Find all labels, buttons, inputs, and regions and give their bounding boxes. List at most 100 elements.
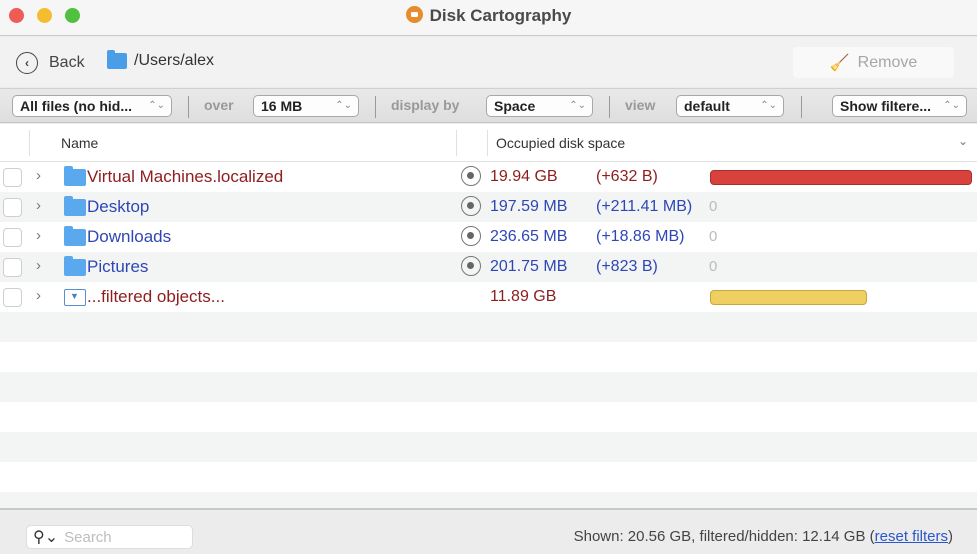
display-by-label: display by [391, 97, 460, 113]
table-row[interactable]: › ...filtered objects... 11.89 GB [0, 282, 977, 312]
chevron-right-icon[interactable]: › [36, 257, 41, 274]
table-row[interactable]: › Pictures 201.75 MB (+823 B) 0 [0, 252, 977, 282]
separator [375, 96, 376, 118]
empty-row [0, 342, 977, 372]
file-filter-value: All files (no hid... [20, 98, 132, 114]
empty-row [0, 432, 977, 462]
updown-icon: ⌃⌄ [569, 100, 586, 111]
navigation-bar: ‹ Back /Users/alex 🧹 Remove [0, 37, 977, 87]
file-name: Desktop [87, 197, 150, 216]
updown-icon: ⌃⌄ [148, 100, 165, 111]
chevron-right-icon[interactable]: › [36, 287, 41, 304]
show-filtered-value: Show filtere... [840, 98, 932, 114]
search-input[interactable] [64, 528, 185, 546]
empty-row [0, 402, 977, 432]
file-name: Virtual Machines.localized [87, 167, 284, 186]
file-name: Pictures [87, 257, 149, 276]
back-label: Back [49, 54, 85, 71]
zero-bar-label: 0 [709, 258, 718, 275]
size-delta: (+211.41 MB) [596, 198, 693, 215]
locate-icon[interactable] [461, 196, 481, 216]
view-select[interactable]: default ⌃⌄ [676, 95, 784, 117]
file-name: ...filtered objects... [87, 287, 225, 306]
back-arrow-icon: ‹ [16, 52, 38, 74]
updown-icon: ⌃⌄ [760, 100, 777, 111]
filter-folder-icon [64, 289, 86, 306]
table-row[interactable]: › Downloads 236.65 MB (+18.86 MB) 0 [0, 222, 977, 252]
folder-icon [64, 256, 86, 276]
folder-icon [64, 196, 86, 216]
empty-row [0, 462, 977, 492]
home-folder-icon [107, 50, 127, 69]
chevron-right-icon[interactable]: › [36, 227, 41, 244]
row-checkbox[interactable] [3, 198, 22, 217]
current-path: /Users/alex [107, 50, 215, 70]
zero-bar-label: 0 [709, 228, 718, 245]
search-field[interactable]: ⚲⌄ [26, 525, 193, 549]
footer: ⚲⌄ Shown: 20.56 GB, filtered/hidden: 12.… [0, 508, 977, 554]
remove-label: Remove [857, 53, 918, 71]
updown-icon: ⌃⌄ [335, 100, 352, 111]
row-checkbox[interactable] [3, 228, 22, 247]
file-size: 201.75 MB [490, 258, 568, 275]
file-table: Name Occupied disk space ⌄ › Virtual Mach… [0, 124, 977, 508]
back-button[interactable]: ‹ Back [16, 51, 85, 75]
display-by-select[interactable]: Space ⌃⌄ [486, 95, 593, 117]
table-row[interactable]: › Virtual Machines.localized 19.94 GB (+632… [0, 162, 977, 192]
view-label: view [625, 97, 656, 113]
column-divider [456, 130, 457, 156]
file-size: 236.65 MB [490, 228, 568, 245]
filter-bar: All files (no hid... ⌃⌄ over 16 MB ⌃⌄ disp… [0, 88, 977, 123]
zero-bar-label: 0 [709, 198, 718, 215]
locate-icon[interactable] [461, 256, 481, 276]
title-bar: Disk Cartography [0, 0, 977, 36]
status-text: Shown: 20.56 GB, filtered/hidden: 12.14 … [574, 528, 953, 545]
separator [801, 96, 802, 118]
updown-icon: ⌃⌄ [943, 100, 960, 111]
file-size: 197.59 MB [490, 198, 568, 215]
search-icon: ⚲⌄ [33, 529, 59, 546]
path-text: /Users/alex [134, 52, 215, 69]
size-delta: (+632 B) [596, 168, 658, 185]
reset-filters-link[interactable]: reset filters [875, 528, 948, 545]
table-body: › Virtual Machines.localized 19.94 GB (+632… [0, 162, 977, 508]
locate-icon[interactable] [461, 226, 481, 246]
folder-icon [64, 226, 86, 246]
row-checkbox[interactable] [3, 288, 22, 307]
size-threshold-value: 16 MB [261, 98, 303, 114]
display-by-value: Space [494, 98, 536, 114]
status-summary: Shown: 20.56 GB, filtered/hidden: 12.14 … [573, 528, 875, 545]
over-label: over [204, 97, 234, 113]
size-bar [710, 290, 868, 305]
window-title: Disk Cartography [0, 6, 977, 26]
empty-row [0, 372, 977, 402]
column-header-occupied[interactable]: Occupied disk space [496, 135, 625, 151]
empty-row [0, 312, 977, 342]
chevron-right-icon[interactable]: › [36, 197, 41, 214]
chevron-right-icon[interactable]: › [36, 167, 41, 184]
size-delta: (+18.86 MB) [596, 228, 685, 245]
file-filter-select[interactable]: All files (no hid... ⌃⌄ [12, 95, 172, 117]
app-icon [405, 6, 423, 23]
view-value: default [684, 98, 730, 114]
show-filtered-select[interactable]: Show filtere... ⌃⌄ [832, 95, 967, 117]
table-header: Name Occupied disk space ⌄ [0, 124, 977, 162]
locate-icon[interactable] [461, 166, 481, 186]
file-size: 11.89 GB [490, 288, 557, 305]
window-title-text: Disk Cartography [429, 6, 572, 25]
remove-button[interactable]: 🧹 Remove [793, 47, 954, 78]
size-bar [710, 170, 972, 185]
empty-row [0, 492, 977, 508]
chevron-down-icon[interactable]: ⌄ [958, 134, 968, 148]
status-close-paren: ) [948, 528, 953, 545]
folder-icon [64, 166, 86, 186]
row-checkbox[interactable] [3, 168, 22, 187]
column-divider [29, 130, 30, 156]
table-row[interactable]: › Desktop 197.59 MB (+211.41 MB) 0 [0, 192, 977, 222]
broom-icon: 🧹 [829, 54, 850, 72]
file-size: 19.94 GB [490, 168, 558, 185]
size-threshold-select[interactable]: 16 MB ⌃⌄ [253, 95, 359, 117]
row-checkbox[interactable] [3, 258, 22, 277]
separator [188, 96, 189, 118]
column-header-name[interactable]: Name [61, 135, 98, 151]
